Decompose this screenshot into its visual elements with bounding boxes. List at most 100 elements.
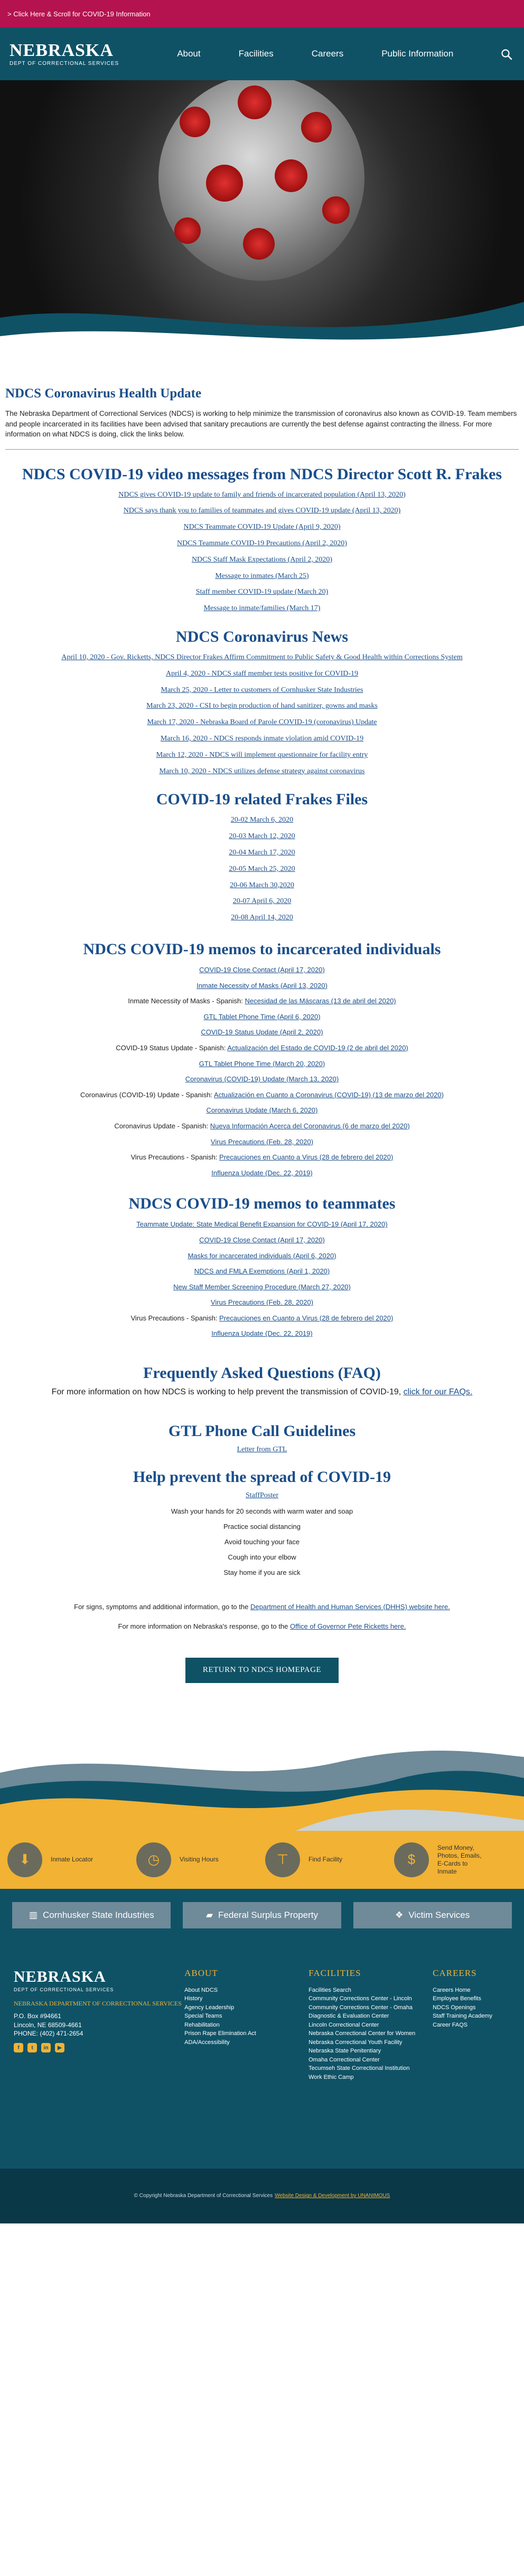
linkedin-icon[interactable]: in [41, 2043, 51, 2053]
footer-logo[interactable]: NEBRASKA [14, 1968, 184, 1986]
news-link[interactable]: March 25, 2020 - Letter to customers of … [161, 686, 363, 694]
footer-link[interactable]: About NDCS [184, 1986, 308, 1995]
memo-link[interactable]: New Staff Member Screening Procedure (Ma… [173, 1283, 351, 1291]
memo-link[interactable]: Masks for incarcerated individuals (Apri… [188, 1252, 336, 1260]
footer-link[interactable]: Nebraska Correctional Center for Women [308, 2029, 433, 2038]
footer-link[interactable]: History [184, 1994, 308, 2003]
news-link[interactable]: April 10, 2020 - Gov. Ricketts, NDCS Dir… [61, 653, 462, 661]
news-link[interactable]: April 4, 2020 - NDCS staff member tests … [166, 670, 358, 678]
memos-teammates-heading: NDCS COVID-19 memos to teammates [128, 1195, 396, 1213]
memo-link[interactable]: Teammate Update: State Medical Benefit E… [136, 1220, 387, 1228]
frakes-file-link[interactable]: 20-08 April 14, 2020 [231, 914, 293, 921]
memo-link[interactable]: COVID-19 Status Update (April 2, 2020) [201, 1028, 323, 1036]
footer-link[interactable]: Tecumseh State Correctional Institution [308, 2064, 433, 2073]
footer-link[interactable]: Lincoln Correctional Center [308, 2021, 433, 2030]
video-link[interactable]: NDCS Staff Mask Expectations (April 2, 2… [192, 556, 332, 564]
quick-link-inmate-locator[interactable]: ⬇ Inmate Locator [3, 1842, 132, 1877]
nav-item-facilities[interactable]: Facilities [220, 49, 293, 59]
news-link[interactable]: March 12, 2020 - NDCS will implement que… [156, 751, 368, 759]
news-link[interactable]: March 17, 2020 - Nebraska Board of Parol… [147, 718, 377, 726]
staff-poster-link[interactable]: StaffPoster [246, 1491, 278, 1499]
memo-link[interactable]: Influenza Update (Dec. 22, 2019) [211, 1169, 313, 1177]
video-link[interactable]: Message to inmates (March 25) [215, 572, 308, 580]
memo-link[interactable]: GTL Tablet Phone Time (March 20, 2020) [199, 1060, 325, 1068]
footer-link[interactable]: NDCS Openings [433, 2003, 510, 2012]
memo-link[interactable]: Inmate Necessity of Masks (April 13, 202… [196, 982, 328, 990]
footer-link[interactable]: Employee Benefits [433, 1994, 510, 2003]
partner-cornhusker-state-industries[interactable]: ▥ Cornhusker State Industries [12, 1902, 171, 1928]
memo-link[interactable]: COVID-19 Close Contact (April 17, 2020) [199, 1236, 325, 1244]
video-link[interactable]: NDCS Teammate COVID-19 Update (April 9, … [184, 523, 341, 531]
nav-item-careers[interactable]: Careers [293, 49, 362, 59]
video-link[interactable]: NDCS gives COVID-19 update to family and… [118, 491, 406, 499]
memo-link[interactable]: Actualización en Cuanto a Coronavirus (C… [214, 1091, 444, 1099]
news-link[interactable]: March 16, 2020 - NDCS responds inmate vi… [161, 735, 363, 743]
footer-link[interactable]: Nebraska Correctional Youth Facility [308, 2038, 433, 2047]
footer-link[interactable]: Nebraska State Penitentiary [308, 2047, 433, 2056]
memo-link[interactable]: Necesidad de las Máscaras (13 de abril d… [245, 997, 396, 1005]
memo-link[interactable]: Virus Precautions (Feb. 28, 2020) [211, 1138, 313, 1146]
news-link[interactable]: March 23, 2020 - CSI to begin production… [146, 702, 378, 710]
faq-link[interactable]: click for our FAQs. [404, 1387, 473, 1396]
frakes-file-link[interactable]: 20-03 March 12, 2020 [229, 832, 295, 840]
youtube-icon[interactable]: ▶ [55, 2043, 64, 2053]
designer-credit-link[interactable]: Website Design & Development by UNANIMOU… [275, 2193, 390, 2199]
quick-link-find-facility[interactable]: ⊤ Find Facility [261, 1842, 390, 1877]
footer-link[interactable]: Rehabilitation [184, 2021, 308, 2030]
gtl-letter-link[interactable]: Letter from GTL [237, 1446, 287, 1453]
prevent-spread-heading: Help prevent the spread of COVID-19 [133, 1468, 391, 1486]
memo-link[interactable]: Coronavirus Update (March 6, 2020) [207, 1106, 318, 1114]
partner-federal-surplus-property[interactable]: ▰ Federal Surplus Property [182, 1902, 341, 1928]
memo-link[interactable]: NDCS and FMLA Exemptions (April 1, 2020) [194, 1267, 330, 1275]
memo-link[interactable]: Precauciones en Cuanto a Virus (28 de fe… [219, 1314, 393, 1322]
site-logo[interactable]: NEBRASKA DEPT OF CORRECTIONAL SERVICES [10, 41, 119, 66]
footer-link[interactable]: Career FAQS [433, 2021, 510, 2030]
video-link[interactable]: Message to inmate/families (March 17) [204, 604, 321, 612]
quick-link-visiting-hours[interactable]: ◷ Visiting Hours [132, 1842, 261, 1877]
dhhs-link[interactable]: Department of Health and Human Services … [250, 1603, 450, 1611]
footer-link[interactable]: Work Ethic Camp [308, 2073, 433, 2082]
footer-link[interactable]: Omaha Correctional Center [308, 2056, 433, 2065]
governor-link[interactable]: Office of Governor Pete Ricketts here. [290, 1622, 406, 1630]
frakes-file-link[interactable]: 20-04 March 17, 2020 [229, 849, 295, 857]
footer-link[interactable]: Community Corrections Center - Lincoln [308, 1994, 433, 2003]
memo-link[interactable]: Precauciones en Cuanto a Virus (28 de fe… [219, 1153, 393, 1161]
memo-link[interactable]: Actualización del Estado de COVID-19 (2 … [227, 1044, 408, 1052]
footer-link[interactable]: ADA/Accessibility [184, 2038, 308, 2047]
return-homepage-button[interactable]: RETURN TO NDCS HOMEPAGE [185, 1657, 339, 1683]
memo-link[interactable]: Nueva Información Acerca del Coronavirus… [210, 1122, 410, 1130]
partner-victim-services[interactable]: ❖ Victim Services [353, 1902, 512, 1928]
memo-link[interactable]: Virus Precautions (Feb. 28, 2020) [211, 1298, 313, 1306]
memo-link[interactable]: Influenza Update (Dec. 22, 2019) [211, 1329, 313, 1337]
covid-alert-bar[interactable]: > Click Here & Scroll for COVID-19 Infor… [0, 0, 524, 27]
video-link[interactable]: Staff member COVID-19 update (March 20) [196, 588, 329, 596]
frakes-file-link[interactable]: 20-06 March 30,2020 [230, 881, 294, 889]
copyright-text: © Copyright Nebraska Department of Corre… [134, 2193, 273, 2199]
news-link[interactable]: March 10, 2020 - NDCS utilizes defense s… [160, 767, 365, 775]
memo-link[interactable]: COVID-19 Close Contact (April 17, 2020) [199, 966, 325, 974]
prevention-tip: Avoid touching your face [224, 1537, 300, 1546]
footer-link[interactable]: Community Corrections Center - Omaha [308, 2003, 433, 2012]
video-link[interactable]: NDCS says thank you to families of teamm… [124, 507, 401, 515]
memo-link[interactable]: Coronavirus (COVID-19) Update (March 13,… [185, 1075, 339, 1083]
frakes-file-link[interactable]: 20-02 March 6, 2020 [231, 816, 293, 824]
footer-link[interactable]: Staff Training Academy [433, 2012, 510, 2021]
frakes-file-link[interactable]: 20-05 March 25, 2020 [229, 865, 295, 873]
footer-link[interactable]: Special Teams [184, 2012, 308, 2021]
footer-link[interactable]: Diagnostic & Evaluation Center [308, 2012, 433, 2021]
news-list: April 10, 2020 - Gov. Ricketts, NDCS Dir… [5, 653, 519, 776]
frakes-file-link[interactable]: 20-07 April 6, 2020 [233, 897, 291, 905]
quick-link-send-money[interactable]: $ Send Money, Photos, Emails, E-Cards to… [390, 1842, 519, 1877]
nav-item-about[interactable]: About [158, 49, 219, 59]
twitter-icon[interactable]: t [27, 2043, 37, 2053]
footer-link[interactable]: Careers Home [433, 1986, 510, 1995]
footer-link[interactable]: Prison Rape Elimination Act [184, 2029, 308, 2038]
footer-link[interactable]: Facilities Search [308, 1986, 433, 1995]
search-icon[interactable] [501, 49, 512, 60]
memo-link[interactable]: GTL Tablet Phone Time (April 6, 2020) [203, 1013, 320, 1021]
nav-item-public-information[interactable]: Public Information [362, 49, 472, 59]
video-link[interactable]: NDCS Teammate COVID-19 Precautions (Apri… [177, 539, 347, 547]
footer-link[interactable]: Agency Leadership [184, 2003, 308, 2012]
facebook-icon[interactable]: f [14, 2043, 23, 2053]
covid-alert-link[interactable]: > Click Here & Scroll for COVID-19 Infor… [7, 10, 151, 18]
